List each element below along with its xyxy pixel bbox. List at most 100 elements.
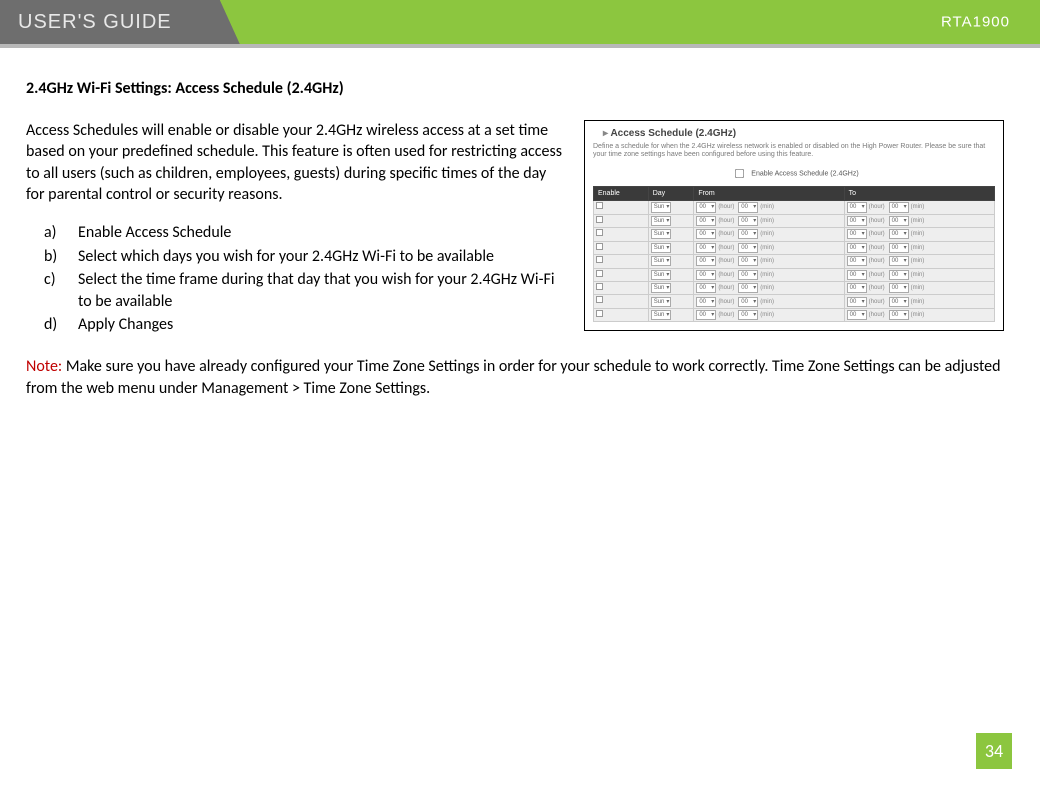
min-label: (min) [911, 204, 925, 210]
to-hour-select[interactable]: 00 [847, 256, 867, 266]
to-hour-select[interactable]: 00 [847, 283, 867, 293]
hour-label: (hour) [869, 218, 885, 224]
note-text: Make sure you have already configured yo… [26, 357, 1001, 398]
min-label: (min) [760, 258, 774, 264]
to-min-select[interactable]: 00 [889, 216, 909, 226]
row-enable-checkbox[interactable] [596, 216, 603, 223]
day-select[interactable]: Sun [651, 297, 672, 307]
from-min-select[interactable]: 00 [738, 216, 758, 226]
row-enable-checkbox[interactable] [596, 202, 603, 209]
hour-label: (hour) [718, 285, 734, 291]
table-row: Sun00(hour) 00(min)00(hour) 00(min) [594, 228, 995, 241]
from-hour-select[interactable]: 00 [696, 283, 716, 293]
min-label: (min) [760, 231, 774, 237]
from-hour-select[interactable]: 00 [696, 310, 716, 320]
step-text: Enable Access Schedule [78, 222, 231, 244]
page-content: 2.4GHz Wi-Fi Settings: Access Schedule (… [0, 48, 1040, 419]
to-hour-select[interactable]: 00 [847, 216, 867, 226]
to-hour-select[interactable]: 00 [847, 243, 867, 253]
hour-label: (hour) [869, 231, 885, 237]
to-hour-select[interactable]: 00 [847, 202, 867, 212]
table-row: Sun00(hour) 00(min)00(hour) 00(min) [594, 241, 995, 254]
min-label: (min) [911, 272, 925, 278]
from-min-select[interactable]: 00 [738, 270, 758, 280]
day-select[interactable]: Sun [651, 243, 672, 253]
table-row: Sun00(hour) 00(min)00(hour) 00(min) [594, 295, 995, 308]
row-enable-checkbox[interactable] [596, 270, 603, 277]
note-label: Note: [26, 357, 62, 376]
hour-label: (hour) [718, 272, 734, 278]
row-enable-checkbox[interactable] [596, 229, 603, 236]
step-letter: a) [44, 222, 60, 244]
note-paragraph: Note: Make sure you have already configu… [26, 356, 1004, 399]
hour-label: (hour) [869, 245, 885, 251]
from-hour-select[interactable]: 00 [696, 297, 716, 307]
step-letter: b) [44, 246, 60, 268]
from-min-select[interactable]: 00 [738, 297, 758, 307]
min-label: (min) [911, 299, 925, 305]
min-label: (min) [911, 312, 925, 318]
day-select[interactable]: Sun [651, 229, 672, 239]
to-min-select[interactable]: 00 [889, 229, 909, 239]
to-hour-select[interactable]: 00 [847, 270, 867, 280]
day-select[interactable]: Sun [651, 216, 672, 226]
row-enable-checkbox[interactable] [596, 256, 603, 263]
from-min-select[interactable]: 00 [738, 256, 758, 266]
hour-label: (hour) [869, 312, 885, 318]
step-item: d)Apply Changes [44, 314, 564, 336]
from-min-select[interactable]: 00 [738, 229, 758, 239]
day-select[interactable]: Sun [651, 270, 672, 280]
to-min-select[interactable]: 00 [889, 270, 909, 280]
from-hour-select[interactable]: 00 [696, 216, 716, 226]
day-select[interactable]: Sun [651, 202, 672, 212]
from-hour-select[interactable]: 00 [696, 270, 716, 280]
hour-label: (hour) [869, 258, 885, 264]
enable-checkbox[interactable] [735, 169, 744, 178]
from-min-select[interactable]: 00 [738, 310, 758, 320]
banner-right: RTA1900 [240, 0, 1040, 44]
col-to: To [844, 186, 994, 200]
step-letter: c) [44, 269, 60, 312]
to-hour-select[interactable]: 00 [847, 310, 867, 320]
min-label: (min) [760, 299, 774, 305]
to-min-select[interactable]: 00 [889, 283, 909, 293]
screenshot-desc: Define a schedule for when the 2.4GHz wi… [593, 143, 995, 160]
day-select[interactable]: Sun [651, 256, 672, 266]
from-hour-select[interactable]: 00 [696, 243, 716, 253]
min-label: (min) [760, 272, 774, 278]
col-enable: Enable [594, 186, 649, 200]
row-enable-checkbox[interactable] [596, 283, 603, 290]
to-min-select[interactable]: 00 [889, 202, 909, 212]
to-min-select[interactable]: 00 [889, 243, 909, 253]
min-label: (min) [911, 218, 925, 224]
to-min-select[interactable]: 00 [889, 310, 909, 320]
from-hour-select[interactable]: 00 [696, 256, 716, 266]
hour-label: (hour) [718, 231, 734, 237]
from-hour-select[interactable]: 00 [696, 202, 716, 212]
min-label: (min) [760, 204, 774, 210]
steps-list: a)Enable Access Schedule b)Select which … [26, 222, 564, 336]
from-hour-select[interactable]: 00 [696, 229, 716, 239]
from-min-select[interactable]: 00 [738, 202, 758, 212]
intro-paragraph: Access Schedules will enable or disable … [26, 120, 564, 206]
to-hour-select[interactable]: 00 [847, 229, 867, 239]
table-row: Sun00(hour) 00(min)00(hour) 00(min) [594, 268, 995, 281]
row-enable-checkbox[interactable] [596, 296, 603, 303]
from-min-select[interactable]: 00 [738, 243, 758, 253]
hour-label: (hour) [718, 312, 734, 318]
day-select[interactable]: Sun [651, 283, 672, 293]
row-enable-checkbox[interactable] [596, 243, 603, 250]
embedded-screenshot: Access Schedule (2.4GHz) Define a schedu… [584, 120, 1004, 332]
row-enable-checkbox[interactable] [596, 310, 603, 317]
from-min-select[interactable]: 00 [738, 283, 758, 293]
to-hour-select[interactable]: 00 [847, 297, 867, 307]
to-min-select[interactable]: 00 [889, 256, 909, 266]
table-row: Sun00(hour) 00(min)00(hour) 00(min) [594, 201, 995, 214]
step-item: c) Select the time frame during that day … [44, 269, 564, 312]
table-row: Sun00(hour) 00(min)00(hour) 00(min) [594, 281, 995, 294]
hour-label: (hour) [869, 204, 885, 210]
schedule-table: Enable Day From To Sun00(hour) 00(min)00… [593, 186, 995, 322]
day-select[interactable]: Sun [651, 310, 672, 320]
to-min-select[interactable]: 00 [889, 297, 909, 307]
step-text: Select the time frame during that day th… [78, 269, 564, 312]
